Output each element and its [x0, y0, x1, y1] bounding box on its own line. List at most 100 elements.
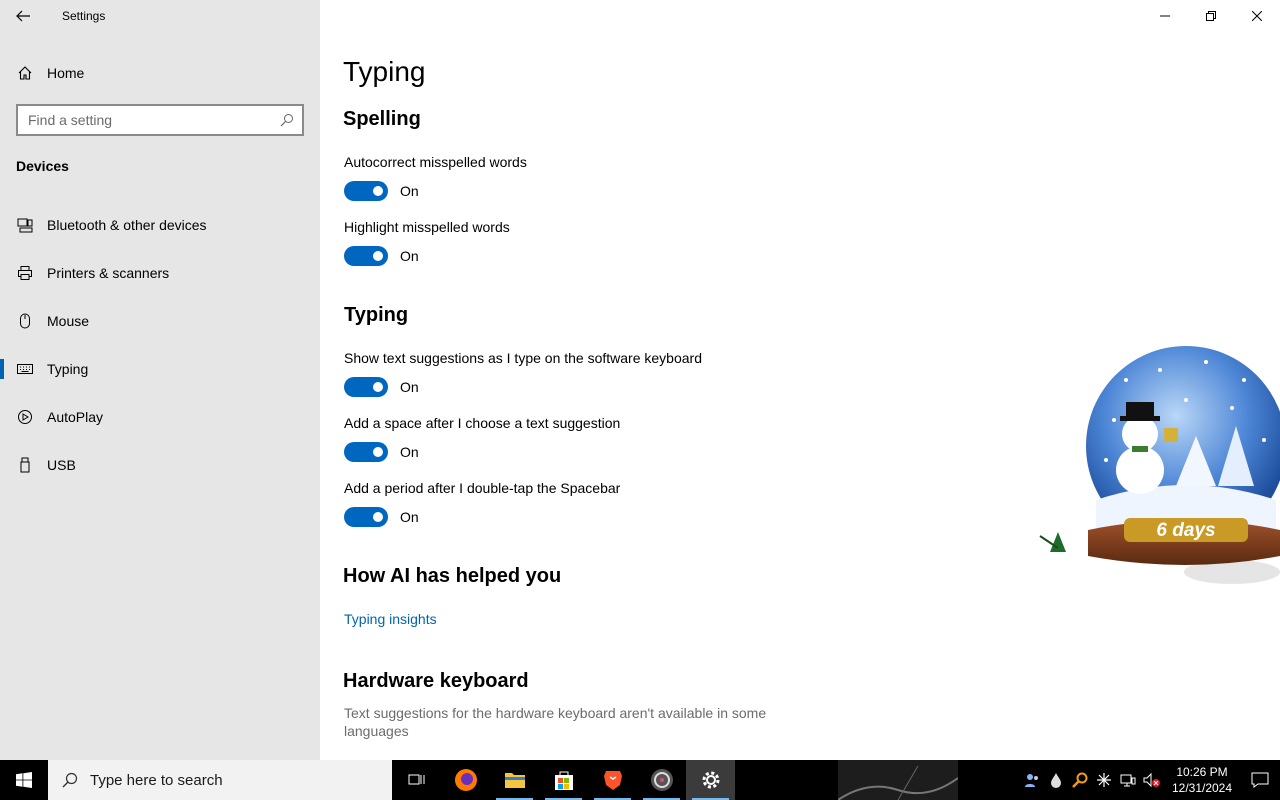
tray-snowflake-icon[interactable]	[1092, 760, 1116, 800]
task-view-icon	[408, 774, 424, 785]
add-period-toggle-row: On	[344, 507, 419, 527]
bluetooth-devices-icon	[17, 217, 33, 233]
media-player-icon	[650, 769, 673, 791]
highlight-misspelled-toggle-row: On	[344, 246, 419, 266]
usb-icon	[17, 457, 33, 473]
restore-icon	[1206, 11, 1216, 21]
minimize-icon	[1160, 15, 1170, 17]
taskbar-clock[interactable]: 10:26 PM 12/31/2024	[1168, 764, 1236, 796]
clock-time: 10:26 PM	[1176, 765, 1228, 779]
sidebar-item-mouse[interactable]: Mouse	[0, 297, 320, 345]
toggle-state-label: On	[400, 444, 419, 460]
autocorrect-toggle[interactable]	[344, 181, 388, 201]
sidebar-item-label: USB	[47, 457, 76, 473]
sidebar-item-autoplay[interactable]: AutoPlay	[0, 393, 320, 441]
hardware-keyboard-heading: Hardware keyboard	[343, 670, 529, 692]
settings-sidebar: Settings Home Devices Bluetooth & other …	[0, 0, 320, 760]
store-icon	[554, 771, 573, 790]
minimize-button[interactable]	[1142, 0, 1188, 32]
notification-icon	[1251, 772, 1269, 788]
window-controls	[1142, 0, 1280, 32]
gear-icon	[702, 771, 719, 789]
keyboard-icon	[17, 361, 33, 377]
microsoft-store-app[interactable]	[539, 760, 588, 800]
toggle-state-label: On	[400, 379, 419, 395]
printer-icon	[17, 265, 33, 281]
taskbar: Type here to search 10:26 PM 12/31/2024	[0, 760, 1280, 800]
snow-globe-countdown-widget[interactable]: 6 days	[1036, 340, 1280, 590]
file-explorer-app[interactable]	[490, 760, 539, 800]
network-icon[interactable]	[1116, 760, 1140, 800]
text-suggestions-label: Show text suggestions as I type on the s…	[344, 350, 702, 366]
taskbar-search-box[interactable]: Type here to search	[48, 760, 392, 800]
highlight-misspelled-toggle[interactable]	[344, 246, 388, 266]
countdown-text: 6 days	[1156, 520, 1215, 541]
toggle-state-label: On	[400, 509, 419, 525]
sidebar-item-label: Mouse	[47, 313, 90, 329]
clock-date: 12/31/2024	[1171, 781, 1233, 795]
volume-muted-icon[interactable]	[1140, 760, 1164, 800]
text-suggestions-toggle[interactable]	[344, 377, 388, 397]
autoplay-icon	[17, 409, 33, 425]
typing-heading: Typing	[344, 304, 409, 326]
spelling-heading: Spelling	[343, 108, 421, 130]
sidebar-item-label: Bluetooth & other devices	[47, 217, 207, 233]
typing-insights-link[interactable]: Typing insights	[344, 611, 437, 627]
tray-drop-icon[interactable]	[1044, 760, 1068, 800]
sidebar-item-bluetooth[interactable]: Bluetooth & other devices	[0, 201, 320, 249]
start-button[interactable]	[0, 760, 48, 800]
devices-section-label: Devices	[16, 158, 69, 174]
taskbar-pinned-apps	[392, 760, 735, 800]
autocorrect-label: Autocorrect misspelled words	[344, 154, 527, 170]
sidebar-item-printers[interactable]: Printers & scanners	[0, 249, 320, 297]
taskbar-search-placeholder: Type here to search	[90, 771, 223, 789]
find-setting-input[interactable]	[28, 112, 280, 128]
close-icon	[1252, 11, 1262, 21]
text-suggestions-toggle-row: On	[344, 377, 419, 397]
sidebar-item-typing[interactable]: Typing	[0, 345, 320, 393]
snow-globe-image: 6 days	[1039, 346, 1280, 584]
system-tray: 10:26 PM 12/31/2024	[1020, 760, 1280, 800]
ai-help-heading: How AI has helped you	[343, 565, 562, 587]
back-arrow-icon	[16, 10, 30, 22]
close-button[interactable]	[1234, 0, 1280, 32]
autocorrect-toggle-row: On	[344, 181, 419, 201]
folder-icon	[504, 773, 525, 788]
sidebar-item-label: Printers & scanners	[47, 265, 170, 281]
app-title: Settings	[62, 9, 106, 23]
brave-browser-app[interactable]	[588, 760, 637, 800]
add-space-label: Add a space after I choose a text sugges…	[344, 415, 621, 431]
sidebar-item-label: Typing	[47, 361, 89, 377]
mouse-icon	[17, 313, 33, 329]
add-period-toggle[interactable]	[344, 507, 388, 527]
sidebar-item-usb[interactable]: USB	[0, 441, 320, 489]
firefox-icon	[454, 769, 477, 791]
windows-logo-icon	[16, 772, 32, 788]
firefox-app[interactable]	[441, 760, 490, 800]
highlight-misspelled-label: Highlight misspelled words	[344, 219, 510, 235]
page-title: Typing	[343, 56, 426, 87]
toggle-state-label: On	[400, 248, 419, 264]
search-icon	[280, 114, 293, 127]
tray-people-icon[interactable]	[1020, 760, 1044, 800]
action-center-button[interactable]	[1240, 760, 1280, 800]
nav-home-label: Home	[47, 65, 85, 81]
taskbar-wallpaper-area	[837, 760, 959, 800]
add-period-label: Add a period after I double-tap the Spac…	[344, 480, 621, 496]
search-icon	[62, 772, 78, 788]
find-setting-search[interactable]	[16, 104, 304, 136]
nav-home[interactable]: Home	[0, 55, 320, 91]
back-button[interactable]	[0, 0, 46, 32]
title-bar: Settings	[0, 0, 320, 32]
toggle-state-label: On	[400, 183, 419, 199]
sidebar-item-label: AutoPlay	[47, 409, 104, 425]
add-space-toggle-row: On	[344, 442, 419, 462]
settings-app[interactable]	[686, 760, 735, 800]
hardware-keyboard-description: Text suggestions for the hardware keyboa…	[344, 705, 767, 739]
task-view-button[interactable]	[392, 760, 441, 800]
media-player-app[interactable]	[637, 760, 686, 800]
add-space-toggle[interactable]	[344, 442, 388, 462]
restore-button[interactable]	[1188, 0, 1234, 32]
tray-search-app-icon[interactable]	[1068, 760, 1092, 800]
devices-nav-list: Bluetooth & other devices Printers & sca…	[0, 201, 320, 489]
